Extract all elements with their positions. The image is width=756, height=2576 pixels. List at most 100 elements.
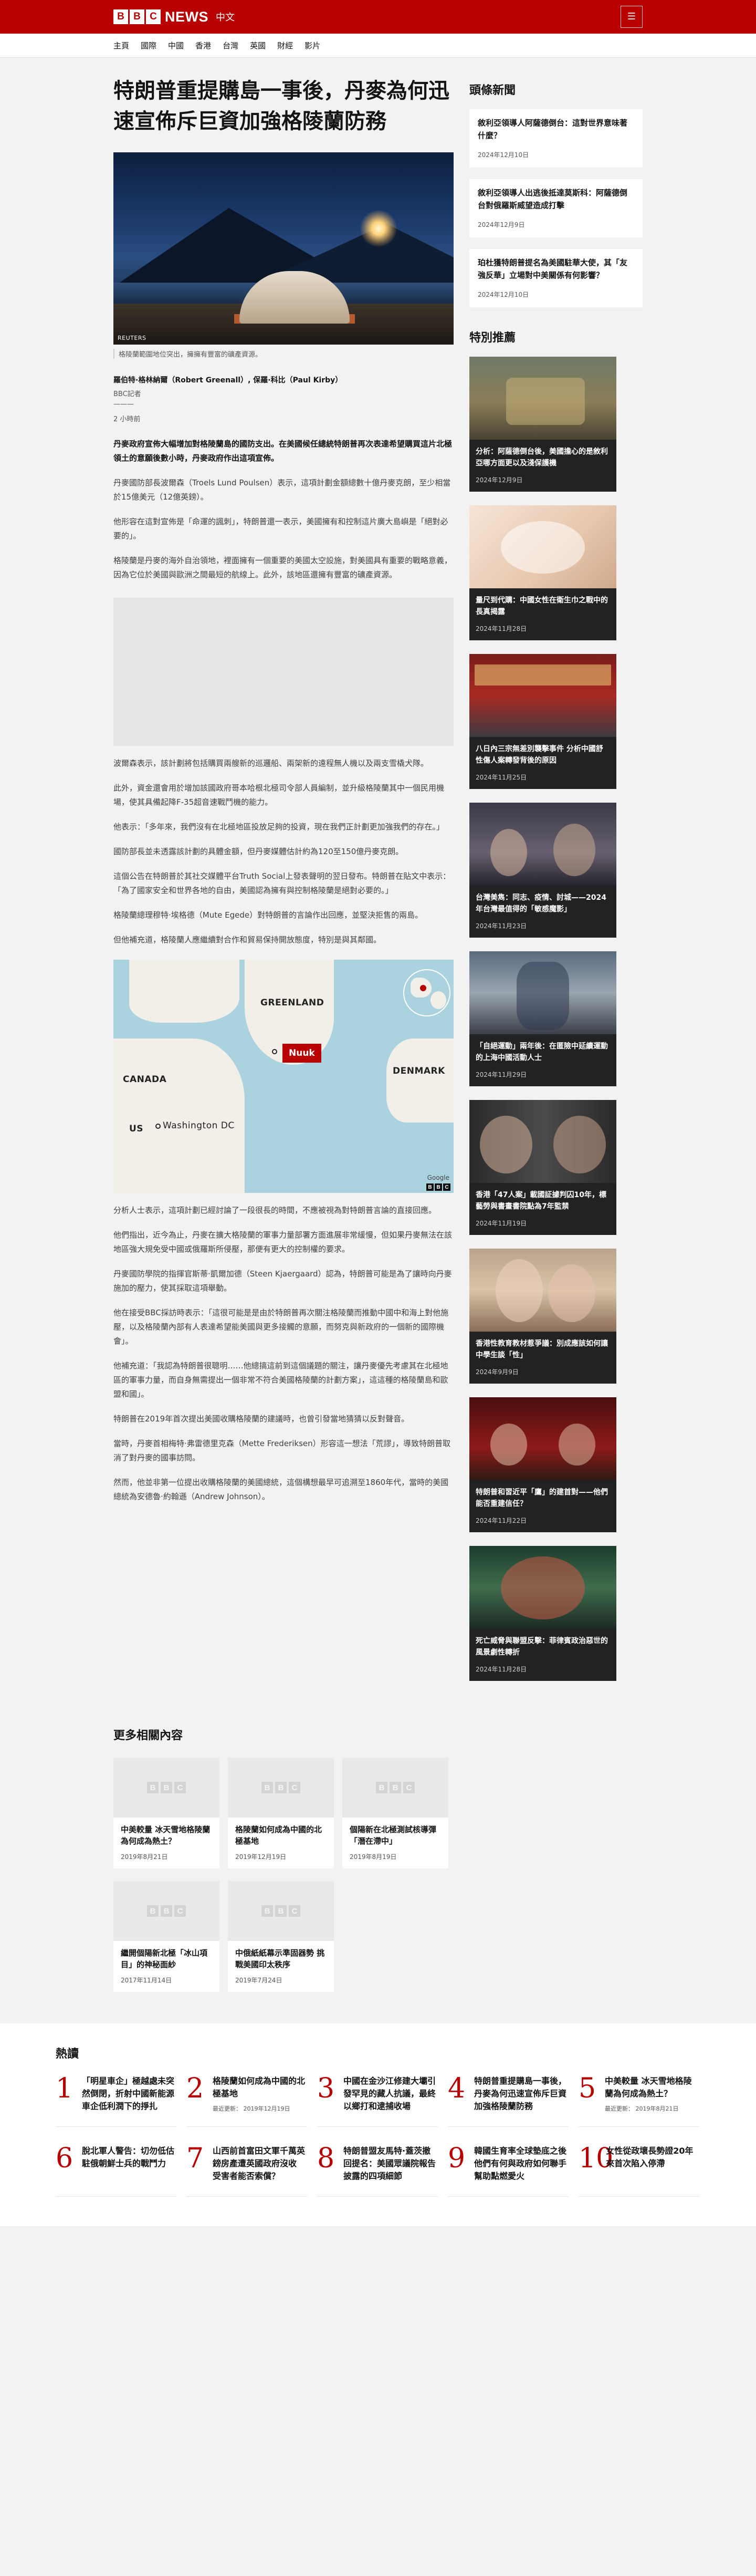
bbc-letter: B: [275, 1905, 287, 1917]
nav-item-home[interactable]: 主頁: [113, 40, 129, 51]
article-paragraph: 他們指出，近今為止，丹麥在擴大格陵蘭的軍事力量部署方面進展非常緩慢，但如果丹麥無…: [113, 1230, 453, 1254]
feature-card[interactable]: 分析：阿薩德倒台後，美國擔心的是敘利亞哪方面更以及淺保護機 2024年12月9日: [469, 357, 616, 492]
most-read-headline: 女性從政壞長勢證20年來首次陷入停滯: [606, 2146, 694, 2168]
bbc-letter: B: [161, 1782, 172, 1793]
page-bottom-space: [0, 2226, 756, 2478]
image-shape: [553, 824, 595, 876]
related-date: 2019年8月19日: [350, 1853, 397, 1861]
menu-button[interactable]: ☰: [621, 6, 643, 28]
article-paragraph: 特朗普在2019年首次提出美國收購格陵蘭的建議時，也曾引發當地猜猜以反對聲音。: [113, 1414, 410, 1424]
article-paragraph: 然而，他並非第一位提出收購格陵蘭的美國總統，這個構想最早可追溯至1860年代，當…: [113, 1478, 449, 1501]
most-read-item[interactable]: 9 韓國生育率全球墊底之後 他們有何與政府如何聯手幫助點燃愛火: [448, 2145, 569, 2197]
feature-headline: 香港性教育教材惹爭議：別成應該如何讓中學生談「性」: [476, 1339, 608, 1359]
related-card[interactable]: BBC 中俄紙紙幕示準固器勢 挑戰美國印太秩序 2019年7月24日: [228, 1881, 334, 1992]
bbc-letter: B: [376, 1782, 387, 1793]
nav-item-china[interactable]: 中國: [168, 40, 184, 51]
most-read-item[interactable]: 5 中美較量 冰天雪地格陵蘭為何成為熱土？ 最近更新： 2019年8月21日: [579, 2075, 699, 2127]
feature-card[interactable]: 香港性教育教材惹爭議：別成應該如何讓中學生談「性」 2024年9月9日: [469, 1249, 616, 1384]
article-headline: 特朗普重提購島一事後，丹麥為何迅速宣佈斥巨資加強格陵蘭防務: [113, 79, 449, 133]
bbc-letter: C: [174, 1782, 186, 1793]
bbc-letter: B: [161, 1905, 172, 1917]
image-shape: [559, 1424, 595, 1466]
feature-image: [469, 803, 616, 886]
image-shape: [490, 1424, 527, 1466]
related-card[interactable]: BBC 中美較量 冰天雪地格陵蘭為何成為熱土？ 2019年8月21日: [113, 1758, 219, 1868]
top-news-card[interactable]: 珀杜獲特朗普提名為美國駐華大使，其「友強反華」立場對中美關係有何影響？ 2024…: [469, 249, 643, 307]
page-content: 特朗普重提購島一事後，丹麥為何迅速宣佈斥巨資加強格陵蘭防務 REUTERS 格陵…: [113, 58, 643, 1695]
most-read-item[interactable]: 2 格陵蘭如何成為中國的北極基地 最近更新： 2019年12月19日: [186, 2075, 307, 2127]
feature-headline: 台灣美雋：同志、疫情、討城——2024年台灣最值得的「敏感魔影」: [476, 894, 606, 913]
most-read-section: 熱讀 1 「明星車企」極越處未突然倒閉，折射中國新能源車企低利潤下的掙扎 2 格…: [0, 2023, 756, 2226]
article-paragraph: 他補充道：「我認為特朗普很聰明……他總搞這前到這個議題的關注，讓丹麥優先考慮其在…: [113, 1361, 448, 1399]
byline: 羅伯特·格林納爾（Robert Greenall）, 保羅·科比（Paul Ki…: [113, 375, 454, 423]
most-read-item[interactable]: 10 女性從政壞長勢證20年來首次陷入停滯: [579, 2145, 699, 2197]
image-shape: [517, 962, 569, 1030]
most-read-item[interactable]: 4 特朗普重提購島一事後，丹麥為何迅速宣佈斥巨資加強格陵蘭防務: [448, 2075, 569, 2127]
most-read-rank: 1: [56, 2073, 74, 2104]
related-title: 更多相關內容: [113, 1729, 183, 1742]
feature-card[interactable]: 台灣美雋：同志、疫情、討城——2024年台灣最值得的「敏感魔影」 2024年11…: [469, 803, 616, 938]
inset-land: [430, 991, 446, 1009]
feature-card[interactable]: 「自絕運動」兩年後：在匿險中延續運動的上海中國活動人士 2024年11月29日: [469, 951, 616, 1086]
feature-headline: 分析：阿薩德倒台後，美國擔心的是敘利亞哪方面更以及淺保護機: [476, 448, 608, 468]
article-paragraph: 這個公告在特朗普於其社交媒體平台Truth Social上發表聲明的翌日發布。特…: [113, 871, 451, 895]
nav-item-world[interactable]: 國際: [141, 40, 156, 51]
embedded-media-placeholder: [113, 598, 454, 746]
most-read-item[interactable]: 6 脫北軍人警告：切勿低估駐俄朝鮮士兵的戰鬥力: [56, 2145, 176, 2197]
feature-card[interactable]: 特朗普和習近平「鷹」的建首對——他們能否重建信任？ 2024年11月22日: [469, 1397, 616, 1532]
image-shape: [501, 521, 585, 574]
most-read-item[interactable]: 3 中國在金沙江修建大壩引發罕見的藏人抗議，最終以鄉打和逮捕收場: [317, 2075, 438, 2127]
nav-item-business[interactable]: 財經: [277, 40, 293, 51]
article-paragraph: 波爾森表示，該計劃將包括購買兩艘新的巡邏船、兩架新的遠程無人機以及兩支雪橇犬隊。: [113, 759, 429, 768]
most-read-headline: 韓國生育率全球墊底之後 他們有何與政府如何聯手幫助點燃愛火: [474, 2146, 567, 2181]
related-grid: BBC 中美較量 冰天雪地格陵蘭為何成為熱土？ 2019年8月21日 BBC 格…: [113, 1758, 454, 1992]
feature-headline: 特朗普和習近平「鷹」的建首對——他們能否重建信任？: [476, 1488, 608, 1508]
most-read-item[interactable]: 7 山西前首富田文軍千萬英鎊房產遭英國政府沒收 受害者能否索償？: [186, 2145, 307, 2197]
most-read-headline: 特朗普重提購島一事後，丹麥為何迅速宣佈斥巨資加強格陵蘭防務: [474, 2076, 567, 2111]
related-card[interactable]: BBC 繼開個陽新北極「冰山項目」的神秘面紗 2017年11月14日: [113, 1881, 219, 1992]
feature-date: 2024年9月9日: [476, 1368, 519, 1376]
nav-item-hongkong[interactable]: 香港: [195, 40, 211, 51]
map-land-arctic: [129, 960, 239, 1023]
feature-card[interactable]: 量尺到代購：中國女性在衛生巾之戰中的長真揭露 2024年11月28日: [469, 505, 616, 640]
top-news-card[interactable]: 敘利亞領導人阿薩德倒台：這對世界意味著什麼？ 2024年12月10日: [469, 109, 643, 168]
inset-marker: [420, 985, 426, 991]
top-bar: B B C NEWS 中文 ☰: [0, 0, 756, 34]
bbc-letter: B: [426, 1183, 434, 1191]
related-card[interactable]: BBC 個陽新在北極測試核導彈「潛在滯中」 2019年8月19日: [342, 1758, 448, 1868]
bbc-placeholder-image: BBC: [228, 1881, 334, 1941]
nav-item-uk[interactable]: 英國: [250, 40, 266, 51]
image-shape: [548, 1264, 595, 1322]
nav-item-taiwan[interactable]: 台灣: [223, 40, 238, 51]
related-section: 更多相關內容 BBC 中美較量 冰天雪地格陵蘭為何成為熱土？ 2019年8月21…: [113, 1726, 643, 1992]
map-globe-inset: [403, 969, 450, 1016]
most-read-headline: 中國在金沙江修建大壩引發罕見的藏人抗議，最終以鄉打和逮捕收場: [343, 2076, 436, 2111]
related-card[interactable]: BBC 格陵蘭如何成為中國的北極基地 2019年12月19日: [228, 1758, 334, 1868]
image-shape: [506, 378, 585, 425]
bbc-placeholder-image: BBC: [113, 1758, 219, 1817]
feature-card[interactable]: 香港「47人案」載國証據判囚10年，標藝勞與書畫書院點為7年監禁 2024年11…: [469, 1100, 616, 1235]
map-label-canada: CANADA: [123, 1074, 167, 1085]
feature-date: 2024年11月28日: [476, 625, 527, 632]
most-read-item[interactable]: 1 「明星車企」極越處未突然倒閉，折射中國新能源車企低利潤下的掙扎: [56, 2075, 176, 2127]
feature-image: [469, 505, 616, 588]
feature-card[interactable]: 八日內三宗無差別襲擊事件 分析中國舒性傷人案轉發背後的原因 2024年11月25…: [469, 654, 616, 789]
most-read-rank: 4: [448, 2073, 466, 2104]
image-caption: 格陵蘭範圍地位突出，擁擁有豐富的礦產資源。: [113, 349, 454, 359]
bbc-news-logo[interactable]: B B C NEWS 中文: [113, 9, 235, 25]
nav-item-video[interactable]: 影片: [304, 40, 320, 51]
article-paragraph: 國防部長並未透露該計劃的具體金額，但丹麥媒體估計約為120至150億丹麥克朗。: [113, 847, 404, 856]
greenland-map: GREENLAND CANADA DENMARK US Washington D…: [113, 960, 454, 1193]
related-headline: 繼開個陽新北極「冰山項目」的神秘面紗: [121, 1948, 208, 1969]
most-read-item[interactable]: 8 特朗普盟友馬特·蓋茨撤回提名：美國眾議院報告披露的四項細節: [317, 2145, 438, 2197]
top-news-headline: 敘利亞領導人阿薩德倒台：這對世界意味著什麼？: [478, 118, 628, 140]
main-nav: 主頁 國際 中國 香港 台灣 英國 財經 影片: [0, 34, 756, 58]
map-label-nuuk: Nuuk: [282, 1044, 321, 1063]
feature-date: 2024年12月9日: [476, 476, 523, 484]
article-paragraph: 丹麥國防部長波爾森（Troels Lund Poulsen）表示，這項計劃金額總…: [113, 478, 451, 502]
feature-card[interactable]: 死亡威脅與聯盟反擊：菲律賓政治惡世的風景劇性轉折 2024年11月28日: [469, 1546, 616, 1681]
feature-date: 2024年11月23日: [476, 922, 527, 930]
image-shape: [475, 664, 611, 685]
most-read-rank: 6: [56, 2143, 74, 2174]
top-news-card[interactable]: 敘利亞領導人出逃後抵達莫斯科：阿薩德倒台對俄羅斯威望造成打擊 2024年12月9…: [469, 179, 643, 237]
